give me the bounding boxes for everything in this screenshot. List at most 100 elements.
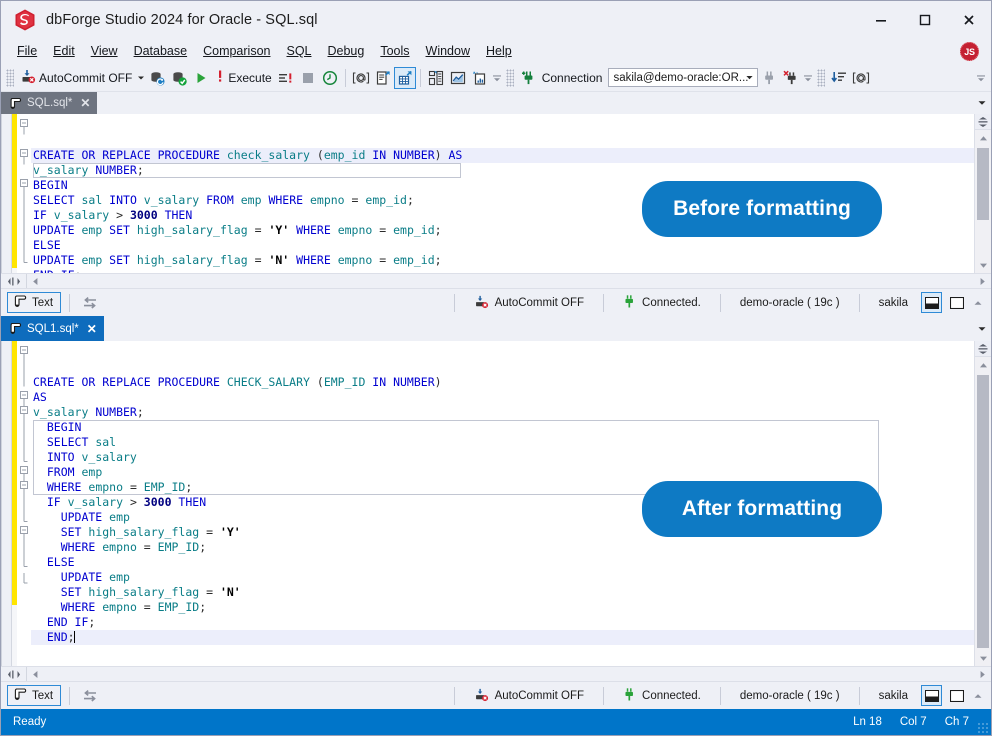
fold-column[interactable] (17, 114, 31, 273)
toolbar-grip[interactable] (505, 68, 514, 87)
text-view-button-top[interactable]: Text (7, 292, 62, 313)
code-line[interactable]: WHERE empno = EMP_ID; (31, 540, 974, 555)
horizontal-scrollbar-top[interactable] (1, 273, 991, 288)
horizontal-scroll-track[interactable] (44, 667, 974, 681)
connection-combobox[interactable]: sakila@demo-oracle:OR... (608, 68, 759, 87)
tab-sql-sql[interactable]: SQL.sql* ✕ (1, 92, 98, 114)
close-icon[interactable]: ✕ (80, 96, 90, 110)
menu-item-debug[interactable]: Debug (320, 41, 373, 62)
status-database-top[interactable]: demo-oracle ( 19c ) (729, 292, 851, 313)
menu-item-tools[interactable]: Tools (372, 41, 417, 62)
scroll-up-arrow[interactable] (975, 357, 991, 373)
avatar[interactable]: JS (960, 42, 979, 61)
code-line[interactable]: CREATE OR REPLACE PROCEDURE CHECK_SALARY… (31, 375, 974, 390)
scroll-left-arrow[interactable] (27, 274, 44, 288)
scroll-down-arrow[interactable] (975, 650, 991, 666)
horizontal-scrollbar-bottom[interactable] (1, 666, 991, 681)
scroll-up-arrow[interactable] (975, 130, 991, 146)
code-line[interactable]: AS (31, 390, 974, 405)
scroll-right-arrow[interactable] (974, 274, 991, 288)
swap-view-icon[interactable] (78, 292, 102, 313)
maximize-icon[interactable] (903, 1, 947, 39)
split-view-icon[interactable] (921, 292, 942, 313)
code-line[interactable]: v_salary NUMBER; (31, 405, 974, 420)
code-line[interactable]: BEGIN (31, 420, 974, 435)
scroll-right-arrow[interactable] (974, 667, 991, 681)
query-parameters-icon[interactable] (372, 67, 394, 89)
vertical-scroll-thumb[interactable] (977, 375, 989, 648)
code-line[interactable]: SELECT sal (31, 435, 974, 450)
vertical-scroll-track[interactable] (975, 373, 991, 650)
data-chart-icon[interactable] (447, 67, 469, 89)
split-editor-handle[interactable] (975, 341, 991, 357)
chevron-up-icon[interactable] (969, 298, 987, 308)
close-icon[interactable]: ✕ (87, 322, 97, 336)
toolbar-grip[interactable] (817, 68, 826, 87)
vertical-scrollbar-top[interactable] (974, 114, 991, 273)
code-line[interactable]: END IF; (31, 268, 974, 273)
status-autocommit-bottom[interactable]: AutoCommit OFF (463, 685, 595, 706)
menu-item-window[interactable]: Window (418, 41, 478, 62)
chevron-down-icon[interactable] (745, 69, 754, 86)
toolbar-overflow-icon[interactable] (491, 67, 503, 89)
code-line[interactable]: v_salary NUMBER; (31, 163, 974, 178)
close-icon[interactable] (947, 1, 991, 39)
rollback-transaction-icon[interactable] (168, 67, 190, 89)
code-line[interactable]: ELSE (31, 555, 974, 570)
query-history-icon[interactable] (319, 67, 341, 89)
split-editor-handle[interactable] (975, 114, 991, 130)
status-database-bottom[interactable]: demo-oracle ( 19c ) (729, 685, 851, 706)
scroll-left-arrow[interactable] (27, 667, 44, 681)
run-play-icon[interactable] (190, 67, 212, 89)
menu-item-view[interactable]: View (83, 41, 126, 62)
code-line[interactable]: UPDATE emp SET high_salary_flag = 'N' WH… (31, 253, 974, 268)
resize-grip[interactable] (977, 722, 989, 734)
chevron-down-icon[interactable] (135, 74, 146, 82)
close-connection-icon[interactable] (780, 67, 802, 89)
single-view-icon[interactable] (946, 685, 967, 706)
execute-script-icon[interactable] (275, 67, 297, 89)
chevron-down-icon[interactable] (977, 316, 987, 341)
tab-sql1-sql[interactable]: SQL1.sql* ✕ (1, 316, 104, 341)
vertical-scroll-track[interactable] (975, 146, 991, 257)
menu-item-file[interactable]: File (9, 41, 45, 62)
at-variable-icon[interactable] (850, 67, 872, 89)
code-line[interactable]: SET high_salary_flag = 'N' (31, 585, 974, 600)
status-user-bottom[interactable]: sakila (868, 685, 919, 706)
autocommit-toggle[interactable]: AutoCommit OFF (17, 67, 135, 89)
query-structure-icon[interactable] (425, 67, 447, 89)
vertical-scroll-thumb[interactable] (977, 148, 989, 220)
code-line[interactable]: ELSE (31, 238, 974, 253)
toolbar-overflow-icon[interactable] (975, 67, 987, 89)
scroll-down-arrow[interactable] (975, 257, 991, 273)
menu-item-comparison[interactable]: Comparison (195, 41, 278, 62)
fold-column[interactable] (17, 341, 31, 666)
code-line[interactable]: CREATE OR REPLACE PROCEDURE check_salary… (31, 148, 974, 163)
split-editor-vertical-handle[interactable] (1, 274, 27, 288)
status-connected-bottom[interactable]: Connected. (612, 685, 712, 706)
menu-item-sql[interactable]: SQL (278, 41, 319, 62)
horizontal-scroll-track[interactable] (44, 274, 974, 288)
code-line[interactable]: UPDATE emp (31, 570, 974, 585)
swap-view-icon[interactable] (78, 685, 102, 706)
chevron-down-icon[interactable] (977, 92, 987, 114)
connect-plug-icon[interactable] (517, 67, 539, 89)
format-sql-icon[interactable] (393, 66, 416, 89)
chevron-up-icon[interactable] (969, 691, 987, 701)
toolbar-grip[interactable] (6, 68, 14, 87)
single-view-icon[interactable] (946, 292, 967, 313)
text-view-button-bottom[interactable]: Text (7, 685, 62, 706)
code-line[interactable]: FROM emp (31, 465, 974, 480)
menu-item-database[interactable]: Database (126, 41, 196, 62)
code-line[interactable]: END IF; (31, 615, 974, 630)
commit-transaction-icon[interactable] (146, 67, 168, 89)
status-connected-top[interactable]: Connected. (612, 292, 712, 313)
at-variable-icon[interactable] (350, 67, 372, 89)
split-editor-vertical-handle[interactable] (1, 667, 27, 681)
vertical-scrollbar-bottom[interactable] (974, 341, 991, 666)
code-line[interactable]: INTO v_salary (31, 450, 974, 465)
menu-item-help[interactable]: Help (478, 41, 520, 62)
status-user-top[interactable]: sakila (868, 292, 919, 313)
status-autocommit-top[interactable]: AutoCommit OFF (463, 292, 595, 313)
execute-button[interactable]: Execute (212, 67, 274, 89)
